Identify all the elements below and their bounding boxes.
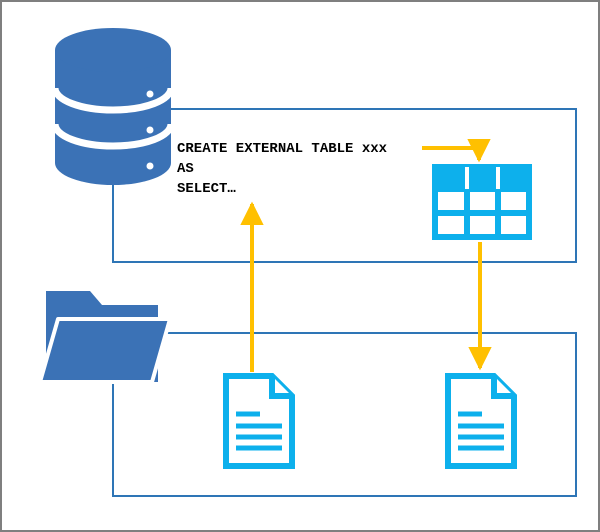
arrows-layer [2,2,600,532]
arrow-to-table [422,148,479,160]
diagram-canvas: CREATE EXTERNAL TABLE xxx AS SELECT… [0,0,600,532]
